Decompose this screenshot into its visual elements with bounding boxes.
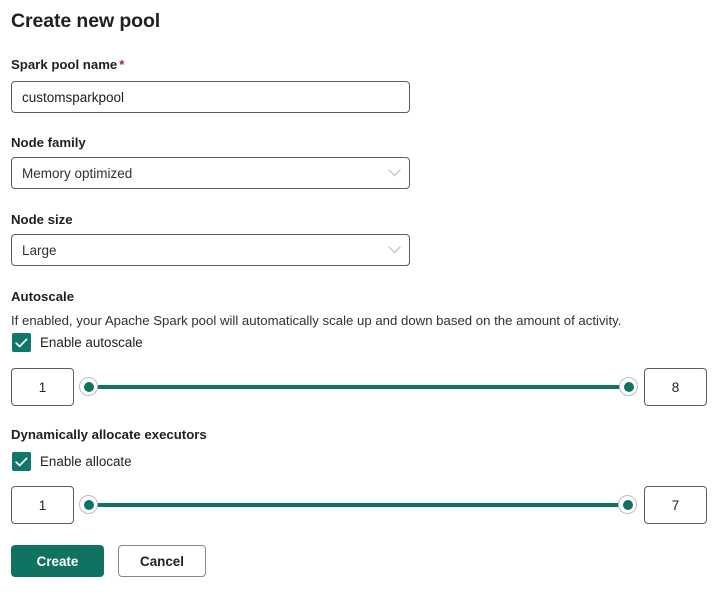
- autoscale-min-input[interactable]: [11, 368, 74, 406]
- autoscale-max-input[interactable]: [644, 368, 707, 406]
- checkmark-icon: [12, 333, 31, 352]
- spark-pool-name-label: Spark pool name *: [11, 56, 124, 74]
- node-size-label: Node size: [11, 212, 73, 227]
- allocate-heading: Dynamically allocate executors: [11, 427, 207, 442]
- allocate-slider-track: [87, 503, 629, 507]
- autoscale-slider-thumb-max[interactable]: [619, 377, 638, 396]
- allocate-max-input[interactable]: [644, 486, 707, 524]
- autoscale-description: If enabled, your Apache Spark pool will …: [11, 313, 622, 328]
- page-title: Create new pool: [11, 10, 161, 32]
- node-family-value: Memory optimized: [22, 165, 133, 181]
- node-family-dropdown[interactable]: Memory optimized: [11, 157, 410, 189]
- required-asterisk: *: [119, 57, 125, 72]
- autoscale-slider-row: [0, 368, 722, 406]
- allocate-slider[interactable]: [79, 486, 638, 524]
- enable-allocate-label: Enable allocate: [40, 454, 132, 469]
- autoscale-slider-thumb-min[interactable]: [79, 377, 98, 396]
- chevron-down-icon: [379, 246, 409, 254]
- autoscale-slider[interactable]: [79, 368, 638, 406]
- create-button[interactable]: Create: [11, 545, 104, 577]
- allocate-min-input[interactable]: [11, 486, 74, 524]
- chevron-down-icon: [379, 169, 409, 177]
- thumb-dot: [623, 381, 634, 392]
- enable-autoscale-checkbox[interactable]: Enable autoscale: [12, 333, 143, 352]
- thumb-dot: [83, 381, 94, 392]
- node-family-label: Node family: [11, 135, 86, 150]
- thumb-dot: [83, 499, 94, 510]
- checkmark-icon: [12, 452, 31, 471]
- node-size-dropdown[interactable]: Large: [11, 234, 410, 266]
- enable-autoscale-label: Enable autoscale: [40, 335, 143, 350]
- autoscale-slider-track: [87, 385, 630, 389]
- node-size-value: Large: [22, 242, 57, 258]
- spark-pool-name-input[interactable]: [11, 81, 410, 113]
- cancel-button[interactable]: Cancel: [118, 545, 206, 577]
- allocate-slider-thumb-min[interactable]: [79, 495, 98, 514]
- create-new-pool-dialog: Create new pool Spark pool name* Node fa…: [0, 0, 722, 592]
- autoscale-heading: Autoscale: [11, 289, 75, 304]
- enable-allocate-checkbox[interactable]: Enable allocate: [12, 452, 132, 471]
- thumb-dot: [622, 499, 633, 510]
- allocate-slider-thumb-max[interactable]: [618, 495, 637, 514]
- allocate-slider-row: [0, 486, 722, 524]
- spark-pool-name-label-text: Spark pool name: [11, 57, 118, 72]
